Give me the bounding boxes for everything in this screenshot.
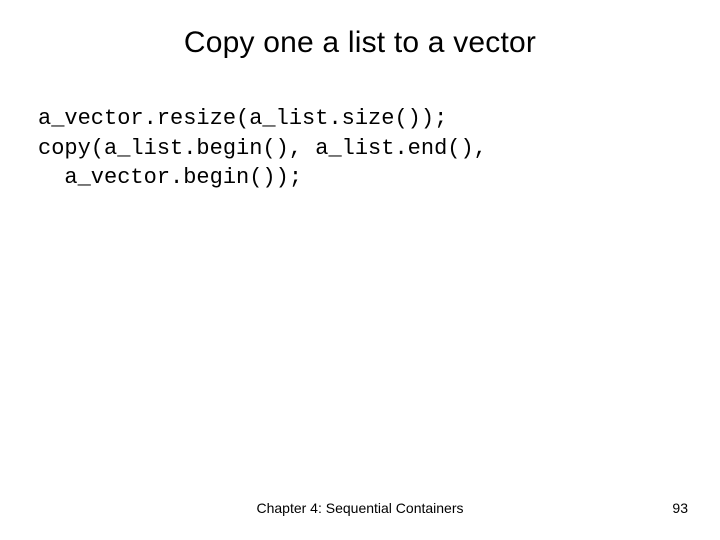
slide-title: Copy one a list to a vector [0,26,720,60]
slide: Copy one a list to a vector a_vector.res… [0,0,720,540]
code-block: a_vector.resize(a_list.size()); copy(a_l… [38,104,682,193]
footer-page-number: 93 [672,500,688,516]
footer-chapter-label: Chapter 4: Sequential Containers [0,500,720,516]
